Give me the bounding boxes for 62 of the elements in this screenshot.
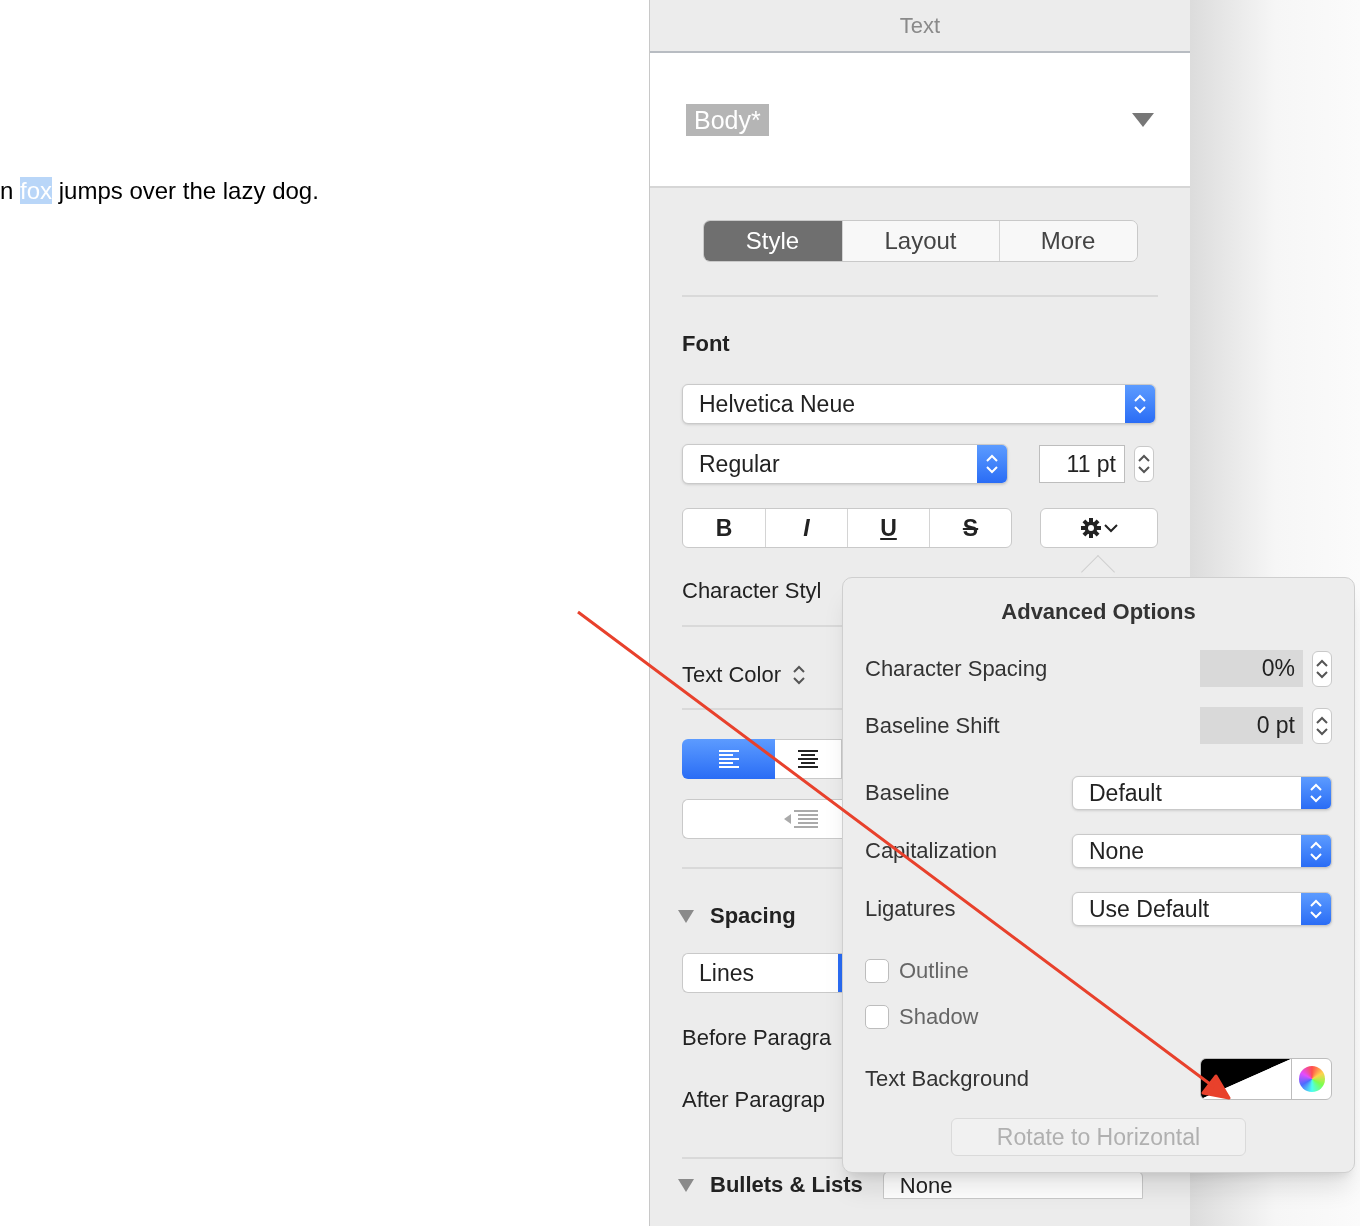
bold-button[interactable]: B	[683, 509, 765, 547]
character-style-label: Character Styl	[682, 577, 823, 605]
checkbox-option[interactable]: Outline	[865, 956, 969, 986]
bullets-popup[interactable]: None	[882, 1171, 1143, 1199]
underline-button[interactable]: U	[847, 509, 929, 547]
alignment-button[interactable]	[775, 739, 842, 779]
stepper-arrows-icon	[1138, 453, 1150, 475]
checkbox-option[interactable]: Shadow	[865, 1002, 979, 1032]
disclosure-triangle-icon[interactable]	[678, 1178, 694, 1192]
bullets-heading: Bullets & Lists	[710, 1172, 863, 1198]
strikethrough-button[interactable]: S	[929, 509, 1011, 547]
value-field[interactable]: 0 pt	[1200, 707, 1303, 744]
stepper-arrows-icon	[1316, 657, 1328, 680]
typeface-popup[interactable]: Regular	[682, 444, 1008, 484]
chevrons-icon	[1310, 898, 1322, 920]
indent-button[interactable]	[682, 799, 842, 839]
font-size-field[interactable]: 11 pt	[1039, 445, 1125, 483]
option-popup[interactable]: Default	[1072, 776, 1332, 810]
option-label: Baseline	[865, 779, 951, 807]
advanced-options-button[interactable]	[1040, 508, 1158, 548]
stepper-arrows-icon	[1316, 714, 1328, 737]
option-label: Character Spacing	[865, 654, 1049, 683]
tab[interactable]: Style	[703, 221, 842, 261]
chevrons-icon	[1134, 393, 1146, 415]
decrease-indent-icon	[784, 810, 818, 828]
chevrons-icon	[1310, 840, 1322, 862]
align-center-icon	[798, 750, 818, 768]
stepper-arrows-icon	[793, 664, 806, 686]
checkbox[interactable]	[865, 959, 889, 983]
paragraph-style-name: Body*	[686, 103, 769, 136]
spacing-heading: Spacing	[710, 903, 796, 929]
align-left-icon	[718, 750, 739, 768]
document-text: n fox jumps over the lazy dog.	[0, 176, 320, 206]
tab[interactable]: More	[998, 221, 1137, 261]
color-well[interactable]	[1200, 1058, 1332, 1100]
option-label: Baseline Shift	[865, 711, 1001, 740]
font-family-popup[interactable]: Helvetica Neue	[682, 384, 1156, 424]
stepper[interactable]	[1134, 446, 1154, 482]
disclosure-triangle-icon[interactable]	[678, 909, 694, 923]
before-paragraph-label: Before Paragra	[682, 1024, 832, 1052]
panel-title: Text	[899, 12, 941, 40]
checkbox[interactable]	[865, 1005, 889, 1029]
option-popup[interactable]: Use Default	[1072, 892, 1332, 926]
gear-icon	[1080, 517, 1102, 539]
dropdown-triangle-icon[interactable]	[1132, 112, 1154, 127]
value-field[interactable]: 0%	[1200, 650, 1303, 687]
option-label: Ligatures	[865, 895, 957, 923]
chevrons-icon	[986, 453, 998, 475]
color-wheel-icon[interactable]	[1298, 1066, 1325, 1092]
font-heading: Font	[682, 331, 731, 357]
tab[interactable]: Layout	[841, 221, 999, 261]
line-spacing-popup[interactable]: Lines	[682, 953, 842, 993]
stepper[interactable]	[1312, 707, 1332, 744]
option-label: Text Background	[865, 1065, 1030, 1093]
option-popup[interactable]: None	[1072, 834, 1332, 868]
chevrons-icon	[1310, 782, 1322, 804]
chevron-down-icon	[1104, 523, 1118, 533]
italic-button[interactable]: I	[765, 509, 847, 547]
after-paragraph-label: After Paragrap	[682, 1086, 826, 1114]
stepper[interactable]	[1312, 650, 1332, 687]
popover-title: Advanced Options	[1000, 598, 1197, 626]
text-color-label: Text Color	[682, 661, 782, 689]
